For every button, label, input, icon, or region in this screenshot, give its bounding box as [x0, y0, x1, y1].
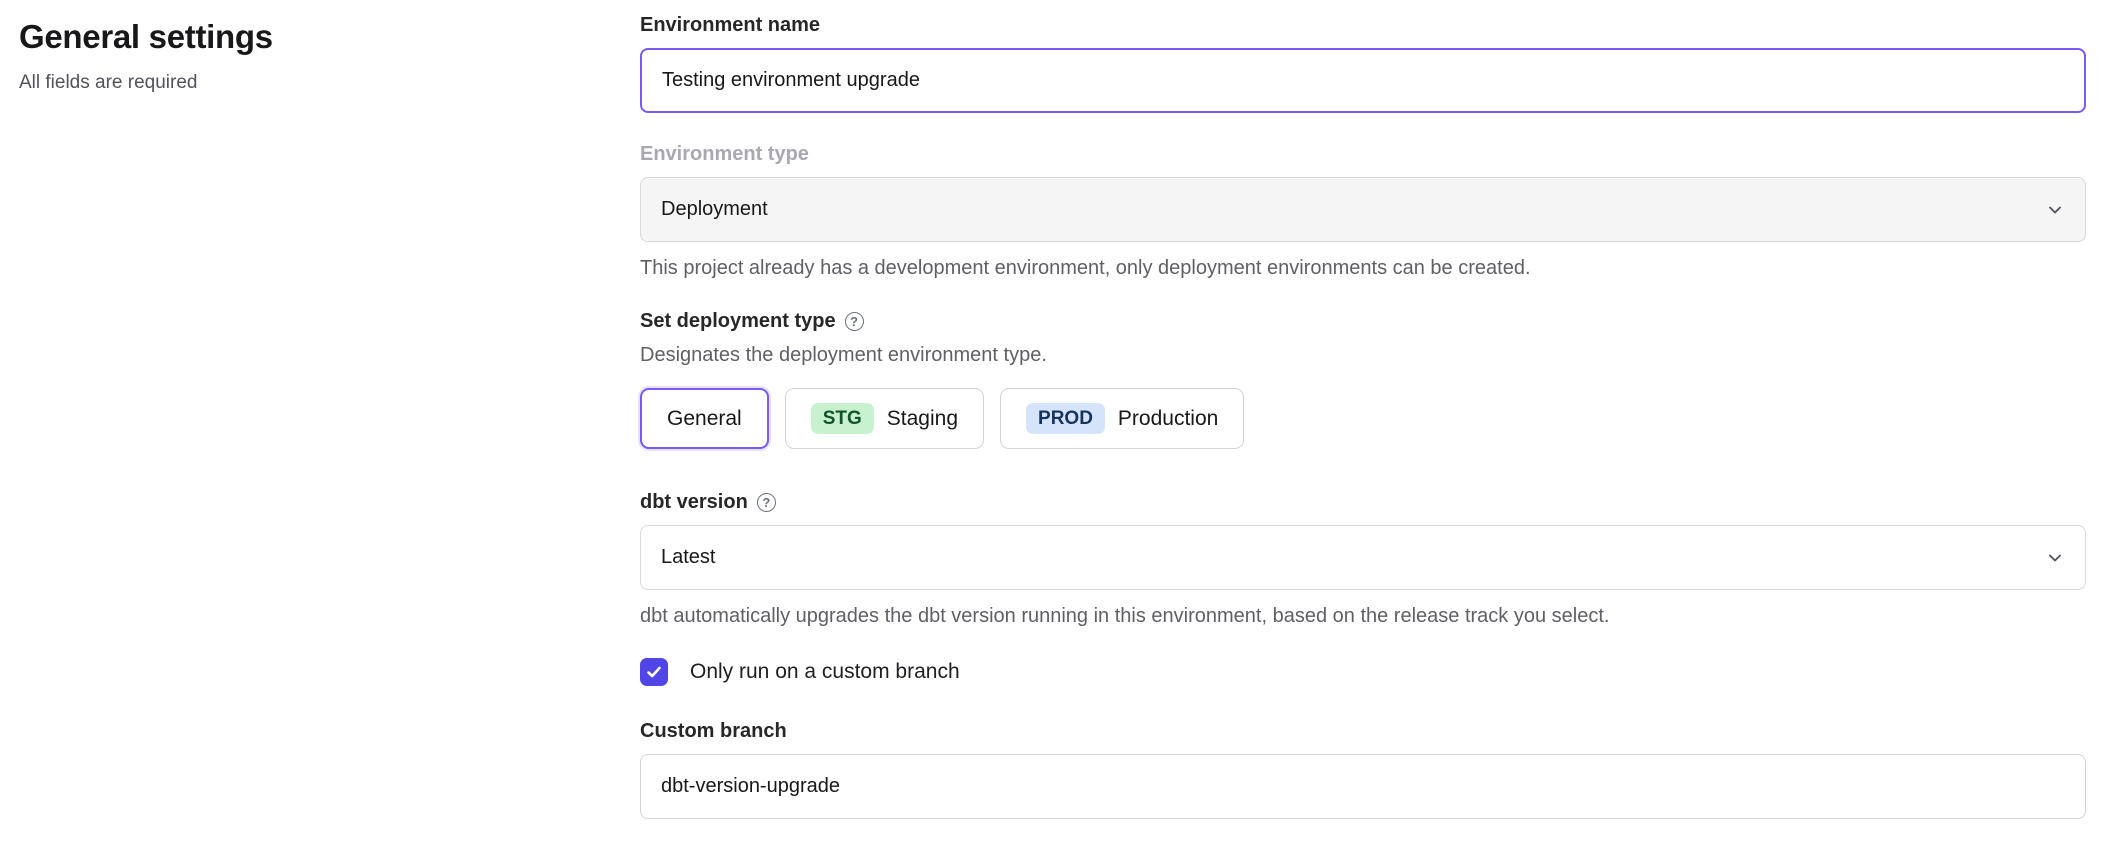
deployment-type-label-row: Set deployment type ?: [640, 310, 2086, 333]
chevron-down-icon: [2047, 202, 2063, 218]
environment-type-value: Deployment: [661, 198, 768, 221]
custom-branch-checkbox[interactable]: [640, 658, 668, 686]
checkmark-icon: [645, 663, 663, 681]
custom-branch-label: Custom branch: [640, 720, 2086, 743]
settings-header: General settings All fields are required: [0, 0, 640, 864]
staging-badge: STG: [811, 403, 874, 434]
custom-branch-field: Custom branch: [640, 720, 2086, 819]
deployment-type-production-button[interactable]: PROD Production: [1000, 388, 1244, 449]
deployment-type-options: General STG Staging PROD Production: [640, 388, 2086, 449]
environment-type-label: Environment type: [640, 143, 2086, 166]
environment-type-field: Environment type Deployment This project…: [640, 143, 2086, 280]
deployment-type-general-label: General: [667, 407, 742, 431]
environment-settings-page: General settings All fields are required…: [0, 0, 2116, 864]
deployment-type-label: Set deployment type: [640, 310, 836, 333]
dbt-version-helper: dbt automatically upgrades the dbt versi…: [640, 605, 2086, 628]
production-badge: PROD: [1026, 403, 1105, 434]
deployment-type-general-button[interactable]: General: [640, 388, 769, 449]
chevron-down-icon: [2047, 550, 2063, 566]
dbt-version-value: Latest: [661, 546, 715, 569]
page-title: General settings: [19, 18, 640, 56]
environment-name-field: Environment name: [640, 14, 2086, 113]
custom-branch-toggle-row[interactable]: Only run on a custom branch: [640, 658, 2086, 686]
deployment-type-help-icon[interactable]: ?: [845, 312, 864, 331]
dbt-version-help-icon[interactable]: ?: [757, 493, 776, 512]
dbt-version-label-row: dbt version ?: [640, 491, 2086, 514]
dbt-version-field: dbt version ? Latest dbt automatically u…: [640, 491, 2086, 628]
deployment-type-staging-label: Staging: [887, 407, 958, 431]
settings-form: Environment name Environment type Deploy…: [640, 0, 2086, 864]
page-subtitle: All fields are required: [19, 72, 640, 94]
environment-name-label: Environment name: [640, 14, 2086, 37]
dbt-version-select[interactable]: Latest: [640, 525, 2086, 590]
deployment-type-production-label: Production: [1118, 407, 1218, 431]
deployment-type-field: Set deployment type ? Designates the dep…: [640, 310, 2086, 449]
deployment-type-helper: Designates the deployment environment ty…: [640, 344, 2086, 367]
dbt-version-label: dbt version: [640, 491, 748, 514]
environment-type-select[interactable]: Deployment: [640, 177, 2086, 242]
custom-branch-toggle-label[interactable]: Only run on a custom branch: [690, 660, 960, 684]
custom-branch-input[interactable]: [640, 754, 2086, 819]
environment-type-helper: This project already has a development e…: [640, 257, 2086, 280]
environment-name-input[interactable]: [640, 48, 2086, 113]
deployment-type-staging-button[interactable]: STG Staging: [785, 388, 984, 449]
